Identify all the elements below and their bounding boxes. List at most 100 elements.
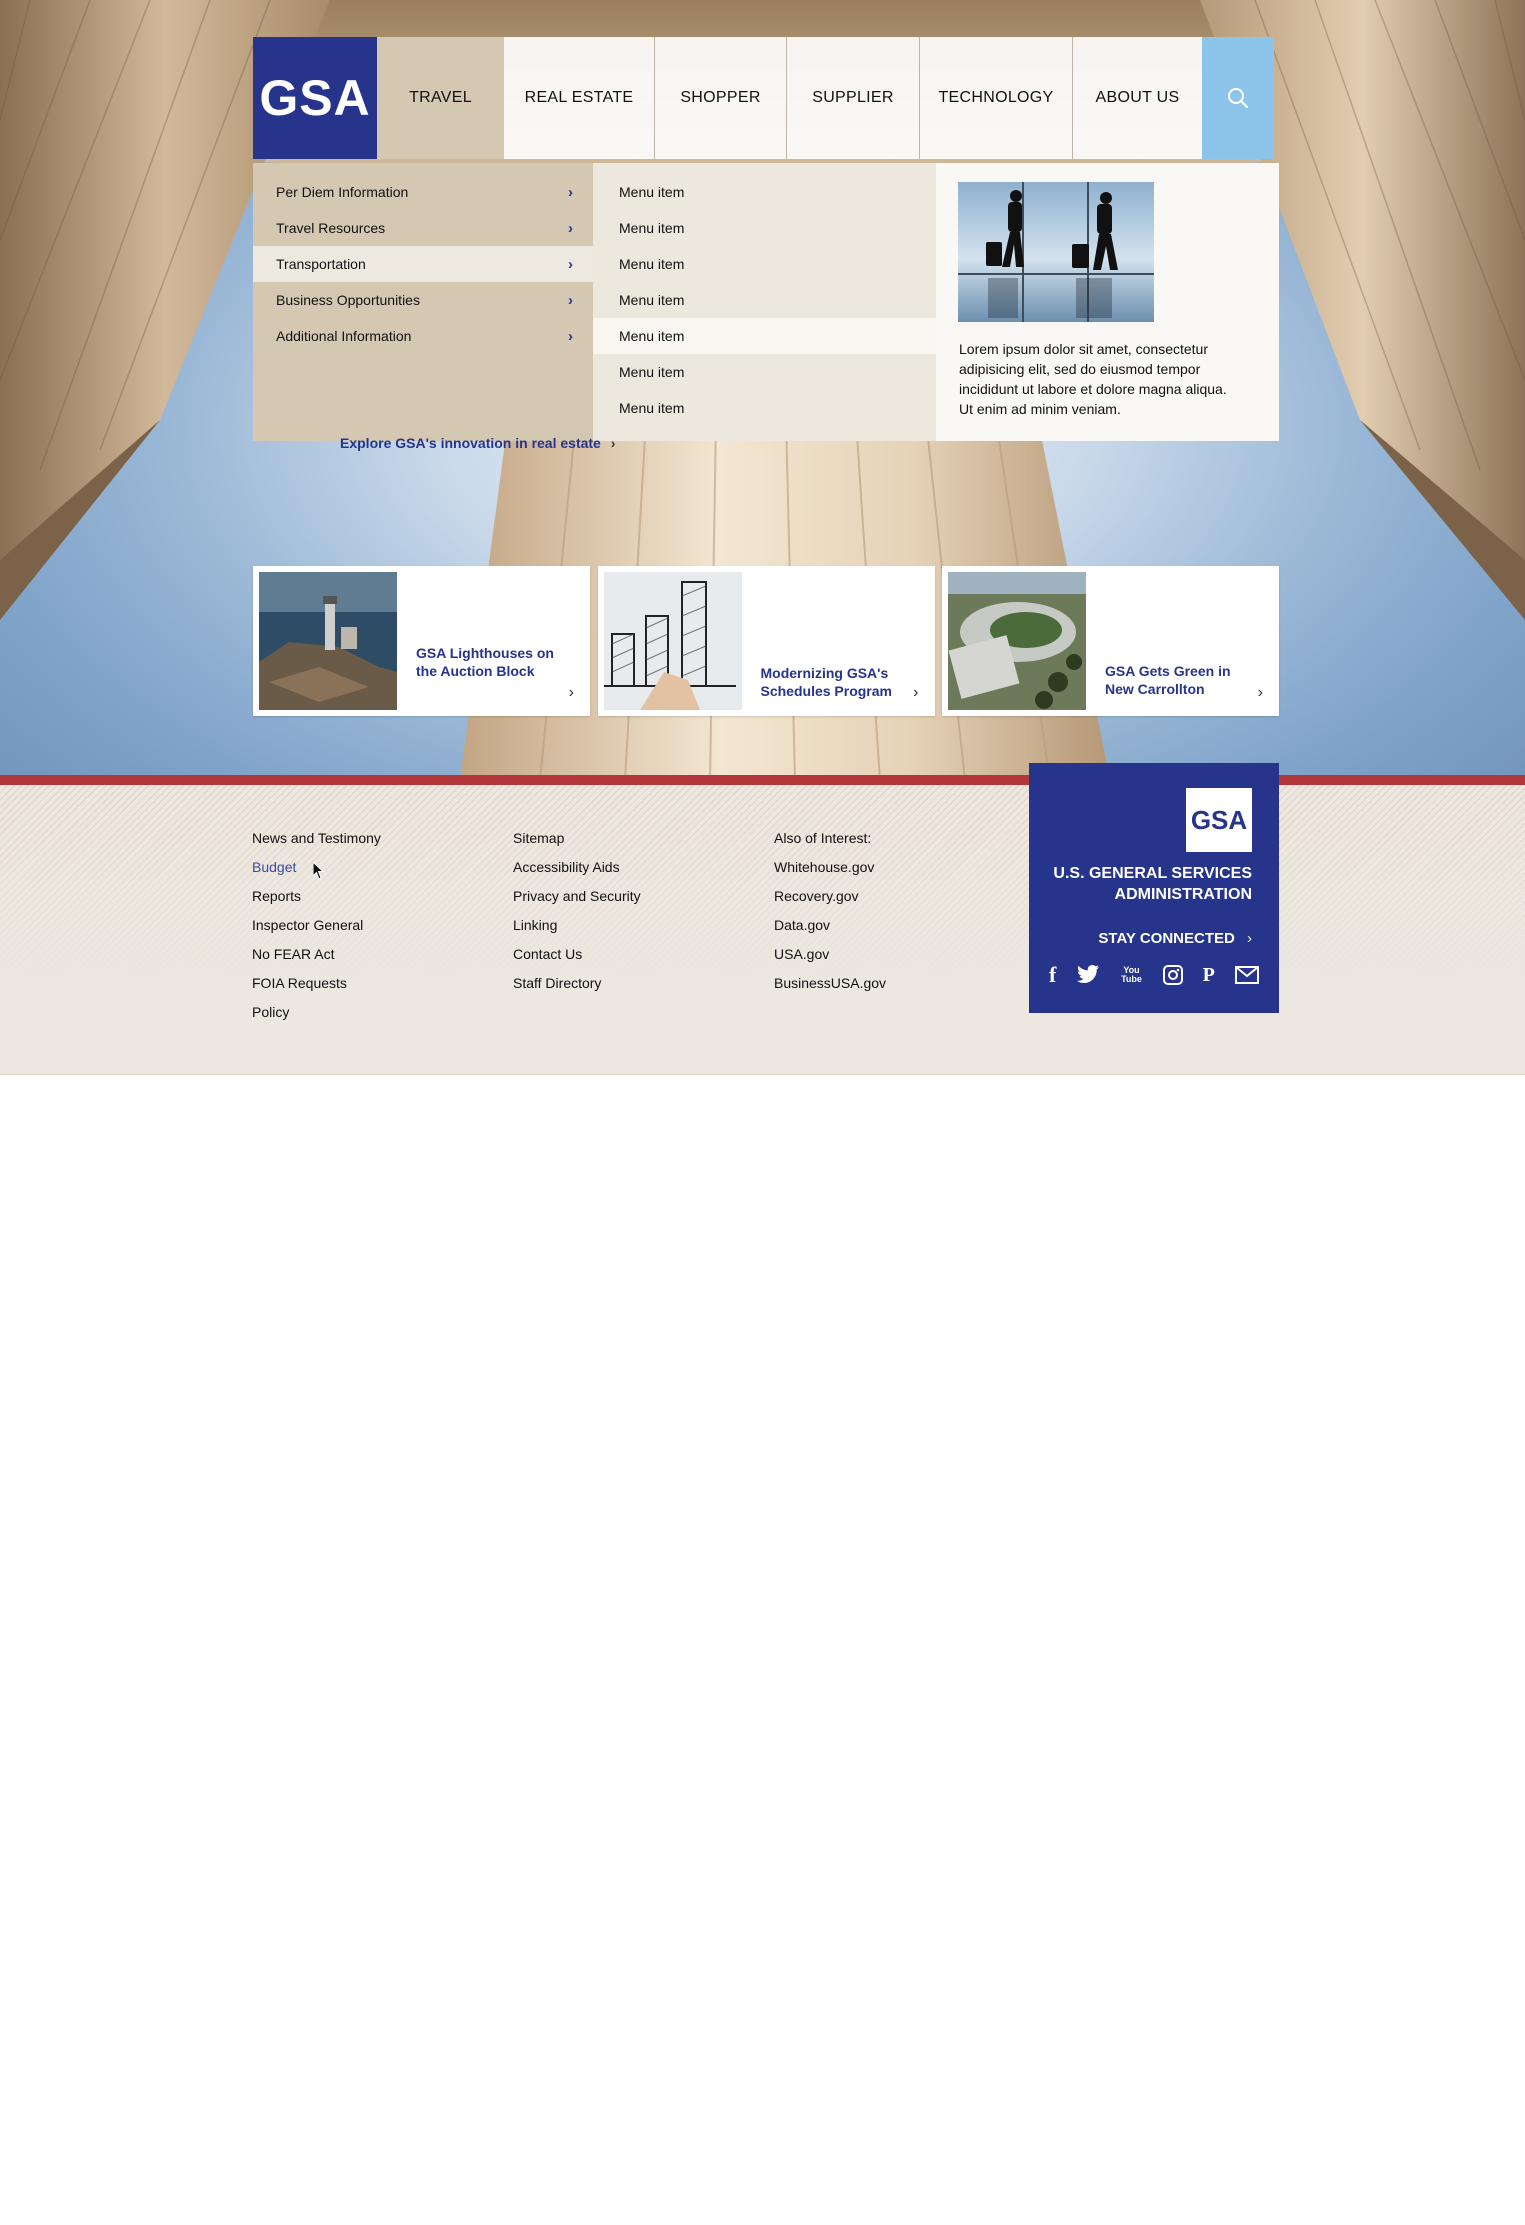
bar-chart-drawing-image bbox=[603, 572, 742, 710]
footer-link[interactable]: Policy bbox=[252, 1002, 381, 1031]
feature-cards: GSA Lighthouses on the Auction Block › M… bbox=[253, 566, 1279, 716]
nav-tab-travel[interactable]: TRAVEL bbox=[377, 37, 504, 159]
footer-link[interactable]: Recovery.gov bbox=[774, 886, 886, 915]
footer-link[interactable]: Reports bbox=[252, 886, 381, 915]
footer-link[interactable]: No FEAR Act bbox=[252, 944, 381, 973]
nav-tab-label: REAL ESTATE bbox=[524, 89, 634, 106]
chevron-right-icon: › bbox=[568, 219, 573, 237]
menu-section-label: Travel Resources bbox=[276, 220, 386, 236]
menu-sections: Per Diem Information › Travel Resources … bbox=[253, 163, 593, 441]
nav-tab-supplier[interactable]: SUPPLIER bbox=[786, 37, 919, 159]
lighthouse-image bbox=[259, 572, 397, 710]
nav-tab-real-estate[interactable]: REAL ESTATE bbox=[504, 37, 654, 159]
card-title: GSA Lighthouses on the Auction Block bbox=[416, 645, 554, 679]
mouse-cursor bbox=[313, 862, 325, 880]
footer-link[interactable]: Data.gov bbox=[774, 915, 886, 944]
footer-link[interactable]: BusinessUSA.gov bbox=[774, 973, 886, 1002]
footer-link[interactable]: News and Testimony bbox=[252, 828, 381, 857]
nav-tab-shopper[interactable]: SHOPPER bbox=[654, 37, 786, 159]
agency-name-line2: ADMINISTRATION bbox=[1114, 886, 1252, 903]
menu-section-per-diem[interactable]: Per Diem Information › bbox=[253, 174, 593, 210]
menu-section-business-opportunities[interactable]: Business Opportunities › bbox=[253, 282, 593, 318]
chevron-right-icon: › bbox=[568, 255, 573, 273]
menu-item[interactable]: Menu item bbox=[593, 210, 936, 246]
stay-connected-label: STAY CONNECTED bbox=[1098, 930, 1235, 947]
menu-item[interactable]: Menu item bbox=[593, 354, 936, 390]
gsa-logo-text: GSA bbox=[259, 70, 371, 126]
nav-tab-label: SHOPPER bbox=[680, 89, 761, 106]
youtube-icon-text: You Tube bbox=[1121, 965, 1142, 984]
chevron-right-icon: › bbox=[1257, 684, 1263, 701]
footer-link[interactable]: Whitehouse.gov bbox=[774, 857, 886, 886]
card-title: Modernizing GSA's Schedules Program bbox=[760, 665, 893, 699]
youtube-icon[interactable]: You Tube bbox=[1120, 963, 1142, 987]
email-icon[interactable] bbox=[1234, 963, 1259, 987]
footer-link[interactable]: Contact Us bbox=[513, 944, 641, 973]
menu-section-label: Transportation bbox=[276, 256, 366, 272]
menu-section-label: Per Diem Information bbox=[276, 184, 409, 200]
main-navigation: GSA TRAVEL REAL ESTATE SHOPPER SUPPLIER … bbox=[253, 37, 1279, 159]
menu-section-additional-information[interactable]: Additional Information › bbox=[253, 318, 593, 354]
chevron-right-icon: › bbox=[568, 291, 573, 309]
menu-section-transportation[interactable]: Transportation › bbox=[253, 246, 593, 282]
explore-real-estate-link[interactable]: Explore GSA's innovation in real estate … bbox=[340, 435, 615, 451]
footer-links-col1: News and Testimony Budget Reports Inspec… bbox=[252, 828, 381, 1031]
menu-items: Menu item Menu item Menu item Menu item … bbox=[593, 163, 936, 441]
menu-item[interactable]: Menu item bbox=[593, 390, 936, 426]
search-button[interactable] bbox=[1202, 37, 1274, 159]
new-carrollton-building-image bbox=[948, 572, 1086, 710]
footer-links-col3: Also of Interest: Whitehouse.gov Recover… bbox=[774, 828, 886, 1002]
nav-tab-label: SUPPLIER bbox=[812, 89, 894, 106]
footer-link[interactable]: Linking bbox=[513, 915, 641, 944]
footer-accent-stripe bbox=[0, 775, 1525, 785]
footer-link[interactable]: Inspector General bbox=[252, 915, 381, 944]
menu-section-travel-resources[interactable]: Travel Resources › bbox=[253, 210, 593, 246]
chevron-right-icon: › bbox=[1247, 930, 1252, 947]
travelers-image[interactable] bbox=[958, 182, 1154, 322]
pinterest-icon[interactable]: P bbox=[1203, 963, 1215, 987]
menu-section-label: Additional Information bbox=[276, 328, 412, 344]
facebook-icon[interactable]: f bbox=[1049, 962, 1056, 987]
menu-item[interactable]: Menu item bbox=[593, 174, 936, 210]
nav-tab-label: ABOUT US bbox=[1095, 89, 1180, 106]
promo-text: Lorem ipsum dolor sit amet, consectetur … bbox=[959, 341, 1227, 417]
feature-card-schedules[interactable]: Modernizing GSA's Schedules Program › bbox=[597, 566, 935, 716]
menu-promo: Lorem ipsum dolor sit amet, consectetur … bbox=[936, 163, 1279, 441]
nav-tab-about-us[interactable]: ABOUT US bbox=[1072, 37, 1202, 159]
search-icon bbox=[1228, 88, 1249, 109]
card-title: GSA Gets Green in New Carrollton bbox=[1105, 663, 1231, 697]
footer-link[interactable]: Accessibility Aids bbox=[513, 857, 641, 886]
footer-link[interactable]: USA.gov bbox=[774, 944, 886, 973]
menu-section-label: Business Opportunities bbox=[276, 292, 420, 308]
nav-tab-label: TECHNOLOGY bbox=[938, 89, 1054, 106]
explore-link-label: Explore GSA's innovation in real estate bbox=[340, 435, 601, 451]
chevron-right-icon: › bbox=[568, 327, 573, 345]
chevron-right-icon: › bbox=[568, 684, 574, 701]
footer-link[interactable]: Privacy and Security bbox=[513, 886, 641, 915]
feature-card-new-carrollton[interactable]: GSA Gets Green in New Carrollton › bbox=[942, 566, 1279, 716]
menu-item[interactable]: Menu item bbox=[593, 246, 936, 282]
social-links: f You Tube P bbox=[1049, 962, 1259, 987]
travel-mega-menu: Per Diem Information › Travel Resources … bbox=[253, 163, 1279, 441]
gsa-agency-box: GSA U.S. GENERAL SERVICES ADMINISTRATION… bbox=[1029, 763, 1279, 1013]
footer-background-fade bbox=[0, 785, 1525, 1075]
chevron-right-icon: › bbox=[610, 435, 616, 451]
nav-tab-technology[interactable]: TECHNOLOGY bbox=[919, 37, 1072, 159]
footer-link[interactable]: Staff Directory bbox=[513, 973, 641, 1002]
stay-connected-link[interactable]: STAY CONNECTED › bbox=[1098, 930, 1252, 947]
gsa-logo[interactable]: GSA bbox=[253, 37, 377, 159]
chevron-right-icon: › bbox=[913, 684, 919, 701]
footer-link[interactable]: Sitemap bbox=[513, 828, 641, 857]
gsa-logo-text: GSA bbox=[1190, 804, 1248, 835]
menu-item[interactable]: Menu item bbox=[593, 318, 936, 354]
menu-item[interactable]: Menu item bbox=[593, 282, 936, 318]
instagram-icon[interactable] bbox=[1162, 963, 1183, 987]
footer-heading: Also of Interest: bbox=[774, 830, 872, 846]
footer-divider bbox=[0, 1074, 1525, 1075]
twitter-icon[interactable] bbox=[1076, 963, 1100, 987]
feature-card-lighthouses[interactable]: GSA Lighthouses on the Auction Block › bbox=[253, 566, 590, 716]
nav-tab-label: TRAVEL bbox=[409, 89, 472, 106]
agency-name-line1: U.S. GENERAL SERVICES bbox=[1053, 865, 1252, 882]
gsa-footer-logo[interactable]: GSA bbox=[1186, 788, 1252, 852]
footer-link[interactable]: FOIA Requests bbox=[252, 973, 381, 1002]
